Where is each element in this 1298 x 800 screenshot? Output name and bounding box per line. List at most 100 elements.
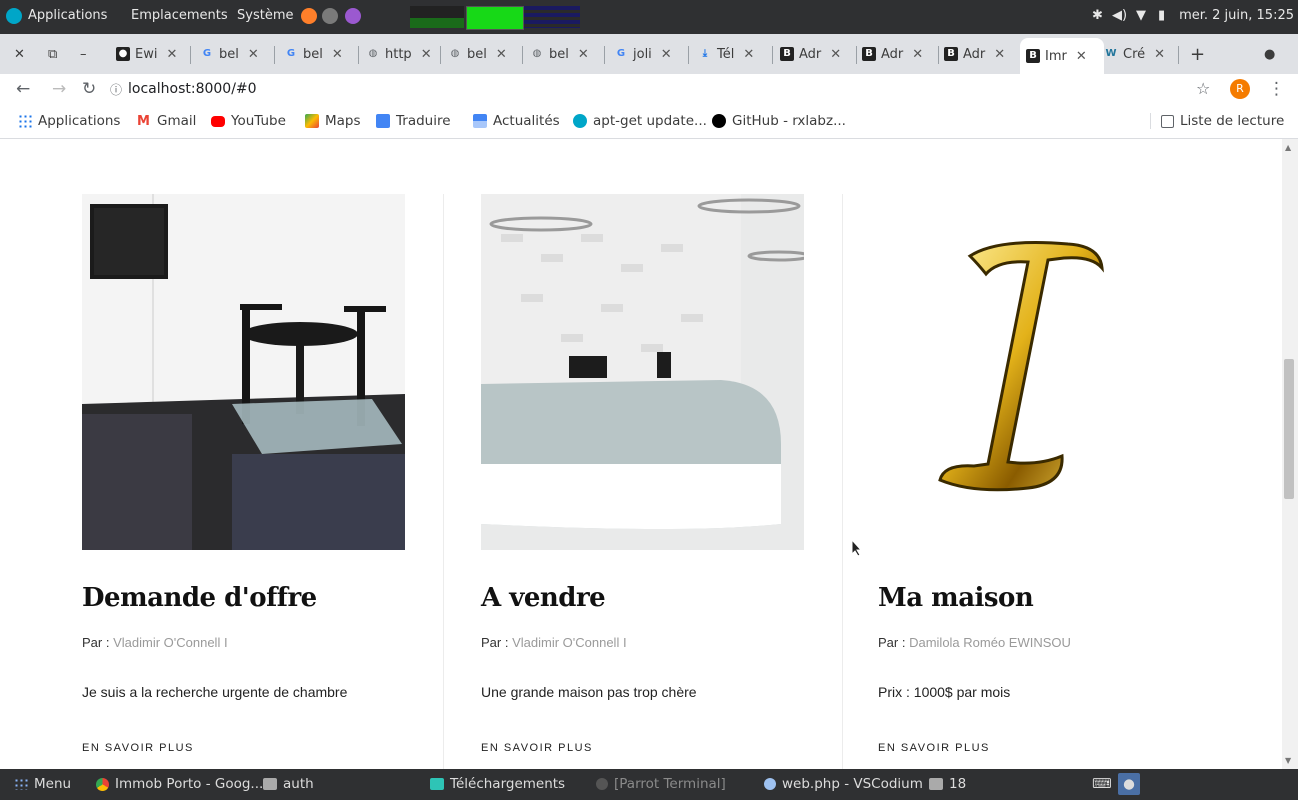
bookmark-traduire[interactable]: Traduire xyxy=(376,113,451,129)
tab-label: bel xyxy=(549,46,569,62)
scroll-down-icon[interactable]: ▼ xyxy=(1285,756,1291,765)
taskbar-item[interactable]: auth xyxy=(263,776,314,792)
reload-icon[interactable]: ↻ xyxy=(82,79,96,99)
bookmark-apt-get[interactable]: apt-get update... xyxy=(573,113,707,129)
listing-image[interactable] xyxy=(878,194,1201,550)
close-icon[interactable]: ✕ xyxy=(1076,49,1087,64)
author-name[interactable]: Vladimir O'Connell I xyxy=(512,635,626,650)
browser-tab-active[interactable]: B Imr ✕ xyxy=(1020,38,1104,74)
bookmark-maps[interactable]: Maps xyxy=(305,113,361,129)
browser-tab[interactable]: W Cré ✕ xyxy=(1104,40,1174,68)
bookmark-applications[interactable]: Applications xyxy=(18,113,120,129)
back-icon[interactable]: ← xyxy=(16,79,30,99)
avatar[interactable]: R xyxy=(1230,79,1250,99)
google-icon: G xyxy=(286,48,296,59)
close-window-icon[interactable]: ✕ xyxy=(14,40,25,68)
taskbar-item[interactable]: [Parrot Terminal] xyxy=(596,776,726,792)
listing-byline: Par : Vladimir O'Connell I xyxy=(481,635,627,650)
close-icon[interactable]: ✕ xyxy=(332,47,343,62)
kebab-menu-icon[interactable]: ⋮ xyxy=(1268,79,1285,99)
clock[interactable]: mer. 2 juin, 15:25 xyxy=(1179,8,1294,23)
bookmark-star-icon[interactable]: ☆ xyxy=(1196,79,1210,98)
wifi-icon[interactable]: ▼ xyxy=(1136,8,1146,23)
read-more-link[interactable]: EN SAVOIR PLUS xyxy=(82,742,194,754)
close-icon[interactable]: ✕ xyxy=(578,47,589,62)
taskbar-item[interactable]: web.php - VSCodium xyxy=(764,776,923,792)
page-content: Demande d'offre Par : Vladimir O'Connell… xyxy=(0,139,1282,769)
read-more-link[interactable]: EN SAVOIR PLUS xyxy=(878,742,990,754)
keyboard-layout-icon[interactable]: ⌨ xyxy=(1092,776,1112,792)
cpu-monitor-graph xyxy=(410,6,464,28)
browser-tab[interactable]: ● Ewi ✕ xyxy=(116,40,186,68)
close-icon[interactable]: ✕ xyxy=(248,47,259,62)
info-icon[interactable]: ⓘ xyxy=(110,81,122,98)
tray-chrome-icon[interactable]: ● xyxy=(1118,773,1140,795)
listing-title[interactable]: Ma maison xyxy=(878,583,1034,613)
listing-title[interactable]: Demande d'offre xyxy=(82,583,317,613)
globe-icon: ◍ xyxy=(532,48,542,59)
close-icon[interactable]: ✕ xyxy=(1154,47,1165,62)
menu-applications[interactable]: Applications xyxy=(28,8,107,23)
browser-tab[interactable]: G bel ✕ xyxy=(284,40,354,68)
read-more-link[interactable]: EN SAVOIR PLUS xyxy=(481,742,593,754)
scrollbar-thumb[interactable] xyxy=(1284,359,1294,499)
close-icon[interactable]: ✕ xyxy=(421,47,432,62)
close-icon[interactable]: ✕ xyxy=(166,47,177,62)
menu-system[interactable]: Système xyxy=(237,8,293,23)
url-field[interactable]: ⓘ localhost:8000/#0 xyxy=(110,78,1190,100)
browser-tab[interactable]: B Adr ✕ xyxy=(944,40,1018,68)
bookmark-label: Traduire xyxy=(396,113,451,129)
minimize-window-icon[interactable]: – xyxy=(80,40,87,68)
close-icon[interactable]: ✕ xyxy=(496,47,507,62)
forward-icon[interactable]: → xyxy=(52,79,66,99)
close-icon[interactable]: ✕ xyxy=(661,47,672,62)
browser-tab[interactable]: ⤓ Tél ✕ xyxy=(698,40,768,68)
tab-label: Tél xyxy=(717,46,735,62)
close-icon[interactable]: ✕ xyxy=(743,47,754,62)
listing-image[interactable] xyxy=(82,194,405,550)
close-icon[interactable]: ✕ xyxy=(830,47,841,62)
listing-image[interactable] xyxy=(481,194,804,550)
bootstrap-icon: B xyxy=(1026,49,1040,63)
restore-window-icon[interactable]: ⧉ xyxy=(48,40,57,68)
taskbar-item[interactable]: Immob Porto - Goog... xyxy=(96,776,263,792)
terminal-launcher-icon[interactable] xyxy=(322,8,338,24)
tab-label: bel xyxy=(303,46,323,62)
scroll-up-icon[interactable]: ▲ xyxy=(1285,143,1291,152)
listing-title[interactable]: A vendre xyxy=(481,583,606,613)
bookmark-youtube[interactable]: YouTube xyxy=(211,113,286,129)
browser-tab[interactable]: G joli ✕ xyxy=(614,40,684,68)
bookmark-gmail[interactable]: M Gmail xyxy=(137,113,196,129)
parrot-logo-icon[interactable] xyxy=(6,8,22,24)
vertical-scrollbar[interactable]: ▲ ▼ xyxy=(1282,139,1298,769)
bookmark-actualites[interactable]: Actualités xyxy=(473,113,560,129)
battery-icon[interactable]: ▮ xyxy=(1158,8,1165,23)
browser-tab[interactable]: ◍ http ✕ xyxy=(366,40,436,68)
browser-tab[interactable]: B Adr ✕ xyxy=(780,40,854,68)
browser-tab[interactable]: G bel ✕ xyxy=(200,40,270,68)
author-name[interactable]: Vladimir O'Connell I xyxy=(113,635,227,650)
tab-search-icon[interactable]: ● xyxy=(1264,40,1275,68)
new-tab-button[interactable]: + xyxy=(1190,40,1205,68)
browser-tab[interactable]: B Adr ✕ xyxy=(862,40,936,68)
browser-tab[interactable]: ◍ bel ✕ xyxy=(448,40,518,68)
author-name[interactable]: Damilola Roméo EWINSOU xyxy=(909,635,1071,650)
close-icon[interactable]: ✕ xyxy=(912,47,923,62)
gmail-icon: M xyxy=(137,114,150,129)
volume-icon[interactable]: ◀) xyxy=(1112,8,1127,23)
bluetooth-icon[interactable]: ✱ xyxy=(1092,8,1103,23)
reception-photo xyxy=(481,194,804,550)
taskbar-item[interactable]: 18 xyxy=(929,776,966,792)
bookmark-label: YouTube xyxy=(231,113,286,129)
text-editor-icon[interactable] xyxy=(345,8,361,24)
google-icon: G xyxy=(202,48,212,59)
taskbar-menu-button[interactable]: Menu xyxy=(14,776,71,792)
reading-list-button[interactable]: Liste de lecture xyxy=(1150,113,1284,129)
browser-tab[interactable]: ◍ bel ✕ xyxy=(530,40,600,68)
bookmark-github[interactable]: GitHub - rxlabz... xyxy=(712,113,846,129)
firefox-icon[interactable] xyxy=(301,8,317,24)
close-icon[interactable]: ✕ xyxy=(994,47,1005,62)
menu-places[interactable]: Emplacements xyxy=(131,8,228,23)
taskbar-item[interactable]: Téléchargements xyxy=(430,776,565,792)
listing-description: Une grande maison pas trop chère xyxy=(481,684,697,700)
